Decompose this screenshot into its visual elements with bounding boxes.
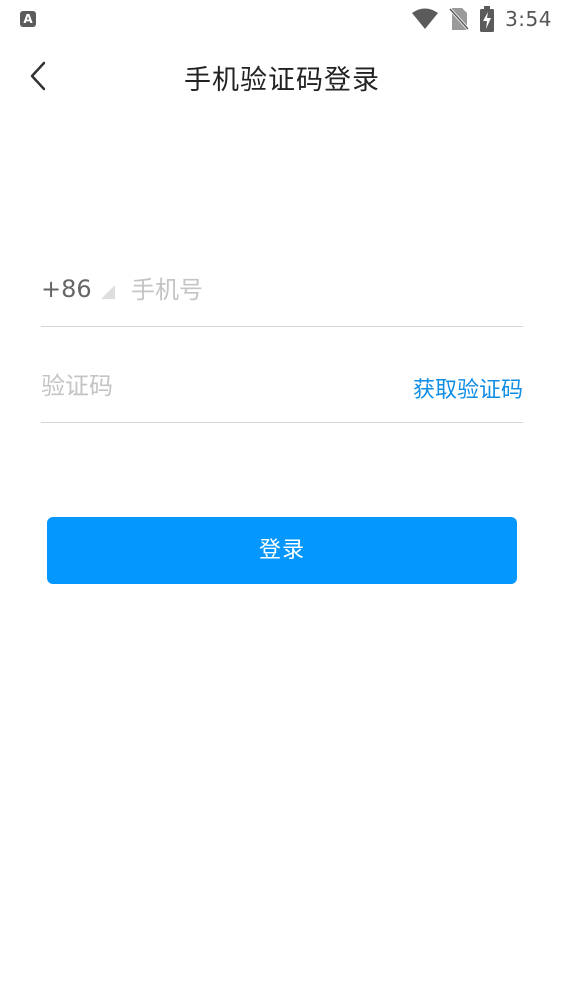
login-button[interactable]: 登录 xyxy=(47,517,517,584)
wifi-icon xyxy=(412,8,439,29)
status-bar: A 3:54 xyxy=(0,0,564,38)
status-time: 3:54 xyxy=(505,7,552,31)
dropdown-caret-icon[interactable] xyxy=(101,285,115,299)
verification-code-row: 获取验证码 xyxy=(41,362,523,423)
battery-charging-icon xyxy=(480,6,495,32)
phone-number-input[interactable] xyxy=(131,272,511,308)
login-screen: A 3:54 手机验证码登录 +86 手机号 验证码 获取验证码 登录 xyxy=(0,0,564,1002)
status-icons: 3:54 xyxy=(411,6,552,32)
page-title: 手机验证码登录 xyxy=(184,65,380,96)
get-code-button[interactable]: 获取验证码 xyxy=(413,372,523,404)
phone-field-row: +86 xyxy=(41,266,523,327)
no-sim-icon xyxy=(449,7,470,31)
country-code-selector[interactable]: +86 xyxy=(41,275,92,303)
app-notification-icon: A xyxy=(20,11,36,27)
header: 手机验证码登录 xyxy=(0,40,564,112)
verification-code-input[interactable] xyxy=(41,368,381,404)
